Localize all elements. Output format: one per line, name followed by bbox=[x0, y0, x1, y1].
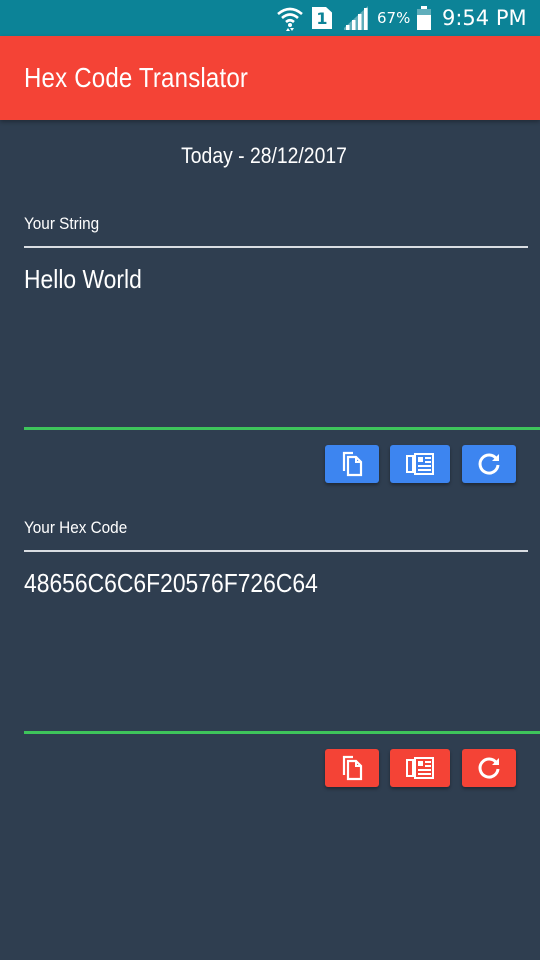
refresh-icon bbox=[476, 755, 502, 781]
battery-icon bbox=[416, 0, 432, 36]
hex-copy-button[interactable] bbox=[325, 749, 379, 787]
string-input[interactable]: Hello World bbox=[24, 264, 142, 295]
string-label: Your String bbox=[24, 214, 100, 233]
sim-slot-label: 1 bbox=[312, 7, 332, 29]
hex-paste-button[interactable] bbox=[390, 749, 450, 787]
string-input-underline bbox=[24, 427, 540, 430]
date-text: Today - 28/12/2017 bbox=[181, 143, 347, 168]
hex-input-underline bbox=[24, 731, 540, 734]
app-title: Hex Code Translator bbox=[24, 62, 249, 93]
signal-icon bbox=[344, 0, 370, 36]
status-time: 9:54 PM bbox=[442, 6, 527, 30]
sim-icon: 1 bbox=[312, 0, 332, 36]
string-label-divider bbox=[24, 246, 528, 248]
string-refresh-button[interactable] bbox=[462, 445, 516, 483]
status-bar: 1 67% 9:54 PM bbox=[0, 0, 540, 36]
hex-refresh-button[interactable] bbox=[462, 749, 516, 787]
string-paste-button[interactable] bbox=[390, 445, 450, 483]
hex-label: Your Hex Code bbox=[24, 518, 128, 537]
refresh-icon bbox=[476, 451, 502, 477]
battery-percent: 67% bbox=[377, 9, 411, 27]
string-copy-button[interactable] bbox=[325, 445, 379, 483]
paste-icon bbox=[405, 452, 435, 476]
copy-icon bbox=[341, 451, 363, 477]
hex-input[interactable]: 48656C6C6F20576F726C64 bbox=[24, 568, 318, 599]
wifi-icon bbox=[276, 0, 304, 36]
hex-label-divider bbox=[24, 550, 528, 552]
paste-icon bbox=[405, 756, 435, 780]
app-bar: Hex Code Translator bbox=[0, 36, 540, 120]
copy-icon bbox=[341, 755, 363, 781]
